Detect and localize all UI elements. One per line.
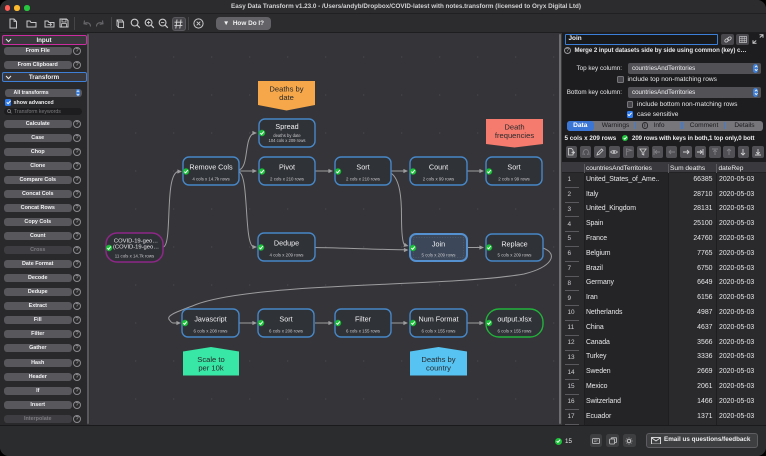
svg-text:Join: Join <box>432 240 445 249</box>
svg-text:country: country <box>426 364 451 373</box>
svg-text:output.xlsx: output.xlsx <box>497 315 532 324</box>
svg-text:Javascript: Javascript <box>194 315 226 324</box>
svg-text:per 10k: per 10k <box>198 364 224 373</box>
svg-text:6 cols x 155 rows: 6 cols x 155 rows <box>422 329 457 334</box>
svg-text:Spread: Spread <box>275 122 298 131</box>
svg-text:Count: Count <box>429 163 448 172</box>
svg-text:Pivot: Pivot <box>279 163 295 172</box>
svg-text:6 cols x 208 rows: 6 cols x 208 rows <box>194 329 229 334</box>
svg-text:6 cols x 155 rows: 6 cols x 155 rows <box>498 329 533 334</box>
svg-text:6 cols x 208 rows: 6 cols x 208 rows <box>269 329 304 334</box>
svg-text:Sort: Sort <box>356 163 369 172</box>
svg-text:6 cols x 155 rows: 6 cols x 155 rows <box>346 329 381 334</box>
svg-text:2 cols x 210 rows: 2 cols x 210 rows <box>346 177 381 182</box>
svg-text:Dedupe: Dedupe <box>274 239 299 248</box>
svg-text:Num Format: Num Format <box>419 315 459 324</box>
svg-text:11 cols x 14.7k rows: 11 cols x 14.7k rows <box>115 254 155 259</box>
svg-text:frequencies: frequencies <box>495 131 534 140</box>
svg-text:2 cols x 99 rows: 2 cols x 99 rows <box>423 177 455 182</box>
svg-text:104 cols x 209 rows: 104 cols x 209 rows <box>268 138 305 143</box>
svg-text:2 cols x 210 rows: 2 cols x 210 rows <box>270 177 305 182</box>
svg-text:Remove Cols: Remove Cols <box>189 163 233 172</box>
svg-text:4 cols x 14.7k rows: 4 cols x 14.7k rows <box>192 177 230 182</box>
svg-text:Filter: Filter <box>355 315 372 324</box>
svg-text:Replace: Replace <box>501 240 527 249</box>
svg-text:date: date <box>279 93 294 102</box>
svg-text:Sort: Sort <box>507 163 520 172</box>
svg-text:2 cols x 99 rows: 2 cols x 99 rows <box>498 177 530 182</box>
svg-text:4 cols x 209 rows: 4 cols x 209 rows <box>270 253 305 258</box>
svg-text:5 cols x 209 rows: 5 cols x 209 rows <box>498 253 533 258</box>
svg-text:(COVID-19-geo…: (COVID-19-geo… <box>113 245 159 251</box>
svg-text:Sort: Sort <box>279 315 292 324</box>
svg-text:5 cols x 209 rows: 5 cols x 209 rows <box>422 253 457 258</box>
